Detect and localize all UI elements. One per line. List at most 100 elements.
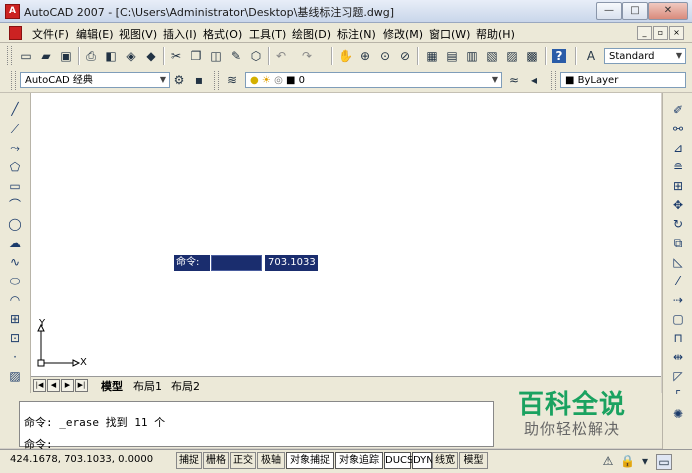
circle-icon[interactable]: ◯ [8,217,22,231]
help-icon[interactable]: ? [552,49,566,63]
line-icon[interactable]: ╱ [8,102,22,116]
zoom-window-icon[interactable]: ⊙ [378,49,392,63]
polyline-icon[interactable]: ⤳ [8,141,22,155]
doc-close-button[interactable]: × [669,26,684,40]
calculator-icon[interactable]: ▩ [525,49,539,63]
toolbar-lock-icon[interactable]: 🔒 [620,454,635,468]
color-dropdown[interactable]: ■ ByLayer [560,72,686,88]
layer-previous-icon[interactable]: ◂ [527,73,541,87]
join-icon[interactable]: ⇹ [671,350,685,364]
offset-icon[interactable]: ≘ [671,160,685,174]
doc-restore-button[interactable]: ▫ [653,26,668,40]
doc-minimize-button[interactable]: _ [637,26,652,40]
ellipse-arc-icon[interactable]: ◠ [8,293,22,307]
menu-tools[interactable]: 工具(T) [249,26,286,42]
menu-edit[interactable]: 编辑(E) [76,26,114,42]
text-style-dropdown[interactable]: Standard ▼ [604,48,686,64]
move-icon[interactable]: ✥ [671,198,685,212]
sheet-set-icon[interactable]: ▧ [485,49,499,63]
menu-window[interactable]: 窗口(W) [429,26,470,42]
explode-icon[interactable]: ✺ [671,407,685,421]
workspace-dropdown[interactable]: AutoCAD 经典 ▼ [20,72,170,88]
trim-icon[interactable]: ⁄ [671,274,685,288]
construction-line-icon[interactable]: ⟋ [8,122,22,136]
last-tab-button[interactable]: ▶| [75,379,88,392]
maximize-button[interactable]: □ [622,2,648,20]
workspace-save-icon[interactable]: ▪ [192,73,206,87]
close-button[interactable]: ✕ [648,2,688,20]
toolbar-grip[interactable] [214,71,219,90]
design-center-icon[interactable]: ▤ [445,49,459,63]
menu-help[interactable]: 帮助(H) [476,26,515,42]
tab-layout2[interactable]: 布局2 [171,378,200,394]
rectangle-icon[interactable]: ▭ [8,179,22,193]
polar-toggle[interactable]: 极轴 [257,452,285,469]
command-history[interactable]: 命令: _erase 找到 11 个 命令: [19,401,494,451]
rotate-icon[interactable]: ↻ [671,217,685,231]
model-space-toggle[interactable]: 模型 [459,452,488,469]
revision-cloud-icon[interactable]: ☁ [8,236,22,250]
spline-icon[interactable]: ∿ [8,255,22,269]
block-editor-icon[interactable]: ⬡ [249,49,263,63]
menu-modify[interactable]: 修改(M) [383,26,423,42]
osnap-toggle[interactable]: 对象捕捉 [286,452,334,469]
copy-object-icon[interactable]: ⚯ [671,122,685,136]
menu-dimension[interactable]: 标注(N) [337,26,376,42]
plot-icon[interactable]: ⎙ [84,49,98,63]
match-properties-icon[interactable]: ✎ [229,49,243,63]
dyn-toggle[interactable]: DYN [412,452,434,469]
paste-icon[interactable]: ◫ [209,49,223,63]
publish-icon[interactable]: ◈ [124,49,138,63]
properties-icon[interactable]: ▦ [425,49,439,63]
make-object-layer-current-icon[interactable]: ≈ [507,73,521,87]
autocad-app-icon[interactable]: A [5,4,20,19]
stretch-icon[interactable]: ◺ [671,255,685,269]
grid-toggle[interactable]: 栅格 [203,452,229,469]
minimize-button[interactable]: — [596,2,622,20]
document-icon[interactable] [9,26,22,40]
tool-palettes-icon[interactable]: ▥ [465,49,479,63]
toolbar-grip[interactable] [11,71,16,90]
layer-dropdown[interactable]: ● ☀ ◎ ■ 0 ▼ [245,72,502,88]
menu-format[interactable]: 格式(O) [203,26,242,42]
break-icon[interactable]: ⊓ [671,331,685,345]
hatch-icon[interactable]: ▨ [8,369,22,383]
menu-insert[interactable]: 插入(I) [163,26,197,42]
status-menu-icon[interactable]: ▾ [638,454,652,468]
layer-manager-icon[interactable]: ≋ [225,73,239,87]
dynamic-input-field[interactable] [211,255,262,271]
fillet-icon[interactable]: ⌜ [671,388,685,402]
workspace-settings-icon[interactable]: ⚙ [172,73,186,87]
array-icon[interactable]: ⊞ [671,179,685,193]
text-style-icon[interactable]: A [584,49,598,63]
menu-view[interactable]: 视图(V) [119,26,157,42]
ortho-toggle[interactable]: 正交 [230,452,256,469]
zoom-realtime-icon[interactable]: ⊕ [358,49,372,63]
new-icon[interactable]: ▭ [19,49,33,63]
3d-dwf-icon[interactable]: ◆ [144,49,158,63]
toolbar-grip[interactable] [7,46,12,65]
ellipse-icon[interactable]: ⬭ [8,274,22,288]
chamfer-icon[interactable]: ◸ [671,369,685,383]
arc-icon[interactable]: ⌒ [8,198,22,212]
cursor-coordinates[interactable]: 424.1678, 703.1033, 0.0000 [10,454,153,465]
markup-icon[interactable]: ▨ [505,49,519,63]
communication-center-icon[interactable]: ⚠ [601,454,615,468]
point-icon[interactable]: · [8,350,22,364]
tab-layout1[interactable]: 布局1 [133,378,162,394]
plot-preview-icon[interactable]: ◧ [104,49,118,63]
zoom-previous-icon[interactable]: ⊘ [398,49,412,63]
previous-tab-button[interactable]: ◀ [47,379,60,392]
first-tab-button[interactable]: |◀ [33,379,46,392]
otrack-toggle[interactable]: 对象追踪 [335,452,383,469]
open-icon[interactable]: ▰ [39,49,53,63]
undo-icon[interactable]: ↶ [274,49,288,63]
lineweight-toggle[interactable]: 线宽 [432,452,458,469]
next-tab-button[interactable]: ▶ [61,379,74,392]
redo-icon[interactable]: ↷ [300,49,314,63]
break-at-point-icon[interactable]: ▢ [671,312,685,326]
insert-block-icon[interactable]: ⊞ [8,312,22,326]
toolbar-grip[interactable] [551,71,556,90]
pan-icon[interactable]: ✋ [338,49,353,63]
extend-icon[interactable]: ⇢ [671,293,685,307]
